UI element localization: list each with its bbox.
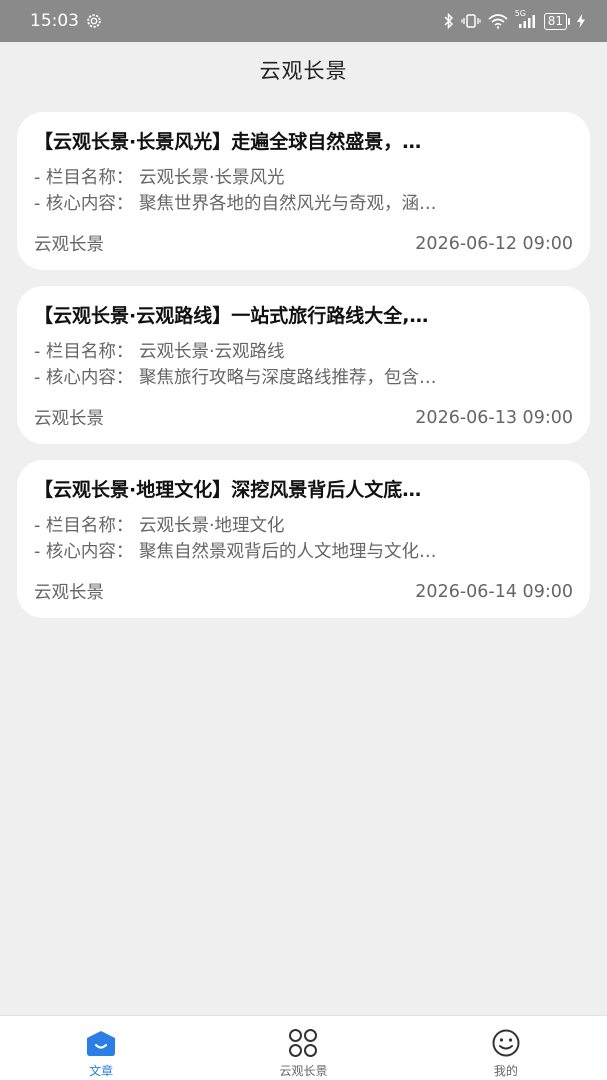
article-title: 【云观长景·地理文化】深挖风景背后人文底… [34,479,422,501]
article-summary: - 核心内容： 聚焦世界各地的自然风光与奇观，涵… [34,194,437,214]
article-column-name: - 栏目名称： 云观长景·长景风光 [34,168,285,188]
article-date: 2026-06-12 09:00 [415,233,573,254]
home-icon [83,1028,119,1058]
app-bar: 云观长景 [0,42,607,98]
grid-icon [285,1028,321,1058]
battery-level: 81 [543,12,567,30]
status-right: 5G 81 [444,9,585,30]
tab-mine[interactable]: 我的 [405,1016,607,1080]
article-title: 【云观长景·云观路线】一站式旅行路线大全,… [34,305,429,327]
cellular-signal-icon: 5G [515,9,537,29]
tab-yunguan[interactable]: 云观长景 [202,1016,404,1080]
bottom-tab-bar: 文章 云观长景 我的 [0,1015,607,1080]
article-date: 2026-06-13 09:00 [415,407,573,428]
article-title: 【云观长景·长景风光】走遍全球自然盛景，… [34,131,422,153]
tab-label: 云观长景 [279,1064,328,1078]
battery-icon: 81 [543,12,570,30]
status-left: 15:03 [30,11,103,31]
page-title: 云观长景 [259,59,348,83]
article-summary: - 核心内容： 聚焦自然景观背后的人文地理与文化… [34,542,437,562]
settings-gear-icon [85,12,103,30]
article-column-name: - 栏目名称： 云观长景·地理文化 [34,516,285,536]
network-type: 5G [514,9,527,18]
article-source: 云观长景 [34,235,104,255]
article-card[interactable]: 【云观长景·长景风光】走遍全球自然盛景，… - 栏目名称： 云观长景·长景风光 … [17,112,590,270]
tab-articles[interactable]: 文章 [0,1016,202,1080]
tab-label: 我的 [493,1064,518,1078]
status-bar: 15:03 5G 81 [0,0,607,42]
bluetooth-icon [444,13,454,29]
article-summary: - 核心内容： 聚焦旅行攻略与深度路线推荐，包含… [34,368,437,388]
charging-icon [577,14,585,28]
article-card[interactable]: 【云观长景·云观路线】一站式旅行路线大全,… - 栏目名称： 云观长景·云观路线… [17,286,590,444]
article-date: 2026-06-14 09:00 [415,581,573,602]
vibrate-icon [461,13,481,29]
wifi-icon [488,13,508,29]
article-list: 【云观长景·长景风光】走遍全球自然盛景，… - 栏目名称： 云观长景·长景风光 … [17,112,590,634]
article-source: 云观长景 [34,583,104,603]
article-source: 云观长景 [34,409,104,429]
smiley-icon [488,1028,524,1058]
article-column-name: - 栏目名称： 云观长景·云观路线 [34,342,285,362]
status-time: 15:03 [30,11,79,31]
article-card[interactable]: 【云观长景·地理文化】深挖风景背后人文底… - 栏目名称： 云观长景·地理文化 … [17,460,590,618]
tab-label: 文章 [89,1064,114,1078]
